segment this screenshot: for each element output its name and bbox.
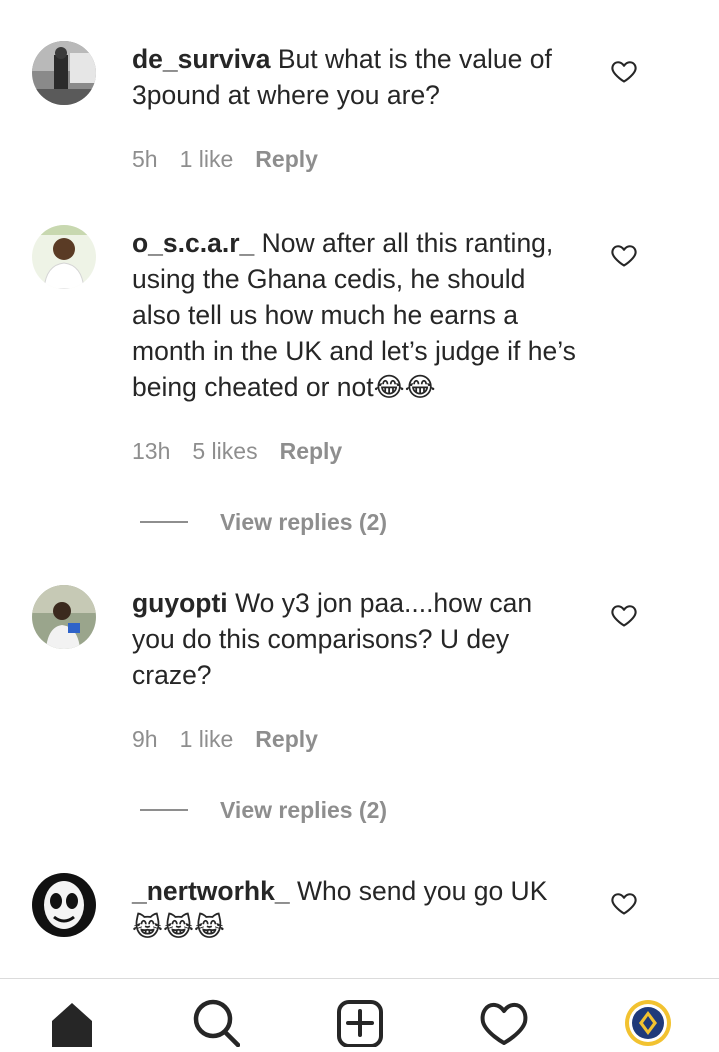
comment-meta: 9h 1 like Reply [132,726,340,753]
like-heart-icon[interactable] [610,241,638,269]
like-heart-icon[interactable] [610,601,638,629]
home-icon[interactable] [48,999,96,1047]
comment-username[interactable]: _nertworhk_ [132,876,290,906]
comment-text: guyopti Wo y3 jon paa....how can you do … [132,585,577,693]
comment-item: _nertworhk_ Who send you go UK 😹😹😹 [0,850,719,978]
comment-meta: 13h 5 likes Reply [132,438,364,465]
new-post-icon[interactable] [336,999,384,1047]
view-replies-label[interactable]: View replies (2) [220,509,387,536]
replies-divider-line [140,521,188,523]
comment-item: guyopti Wo y3 jon paa....how can you do … [0,560,719,850]
comment-time: 5h [132,146,158,172]
reply-button[interactable]: Reply [255,726,318,753]
profile-avatar[interactable] [624,999,672,1047]
reply-button[interactable]: Reply [280,438,343,465]
comment-likes[interactable]: 1 like [180,146,234,173]
comment-username[interactable]: de_surviva [132,44,270,74]
like-heart-icon[interactable] [610,57,638,85]
comment-username[interactable]: o_s.c.a.r_ [132,228,254,258]
comment-text: de_surviva But what is the value of 3pou… [132,41,577,113]
comment-likes[interactable]: 1 like [180,726,234,753]
replies-divider-line [140,809,188,811]
comment-time: 13h [132,438,171,464]
comment-time: 9h [132,726,158,752]
like-heart-icon[interactable] [610,889,638,917]
avatar[interactable] [32,585,96,649]
view-replies-label[interactable]: View replies (2) [220,797,387,824]
comment-username[interactable]: guyopti [132,588,228,618]
view-replies-button[interactable]: View replies (2) [140,507,387,537]
avatar[interactable] [32,225,96,289]
comment-likes[interactable]: 5 likes [192,438,257,465]
view-replies-button[interactable]: View replies (2) [140,795,387,825]
bottom-nav-bar [0,978,719,1047]
comment-item: o_s.c.a.r_ Now after all this ranting, u… [0,200,719,560]
comment-text: _nertworhk_ Who send you go UK 😹😹😹 [132,873,577,945]
activity-heart-icon[interactable] [480,999,528,1047]
reply-button[interactable]: Reply [255,146,318,173]
avatar[interactable] [32,873,96,937]
comment-item: de_surviva But what is the value of 3pou… [0,0,719,200]
comment-meta: 5h 1 like Reply [132,146,340,173]
comment-text: o_s.c.a.r_ Now after all this ranting, u… [132,225,577,405]
avatar[interactable] [32,41,96,105]
search-icon[interactable] [192,999,240,1047]
